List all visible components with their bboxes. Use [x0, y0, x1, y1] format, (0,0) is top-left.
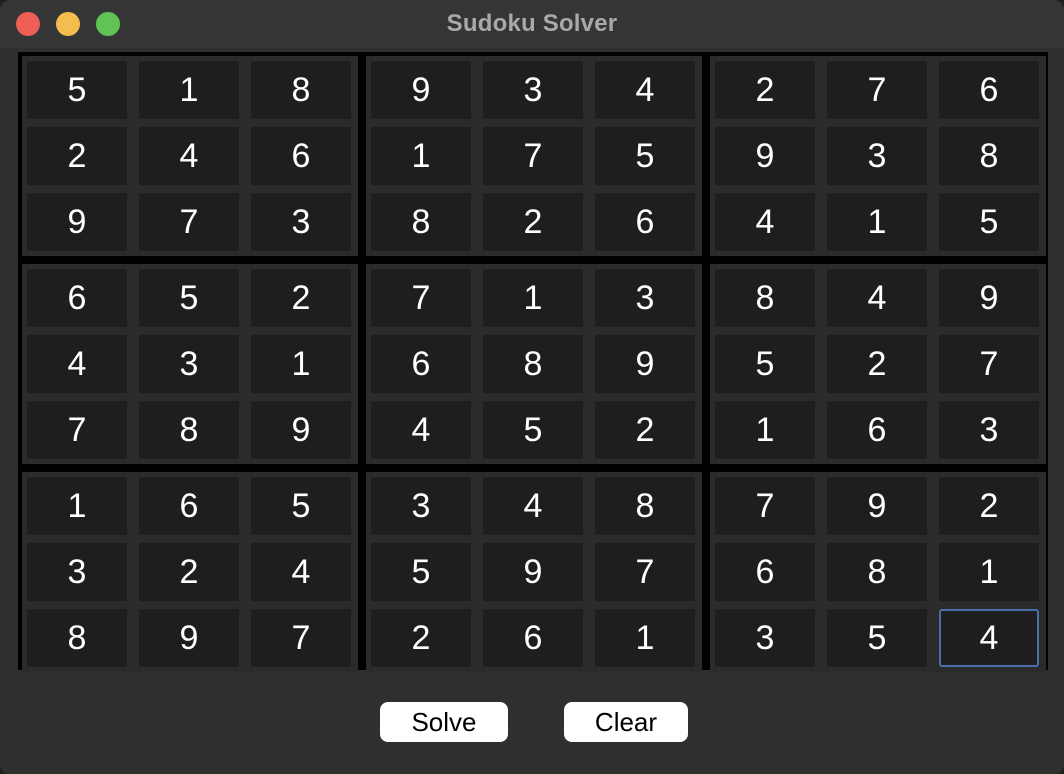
sudoku-cell[interactable]: 1: [595, 609, 695, 667]
sudoku-cell[interactable]: 9: [251, 401, 351, 459]
sudoku-cell[interactable]: 9: [27, 193, 127, 251]
grid-block: 849 527 163: [710, 264, 1046, 464]
grid-block: 792 681 354: [710, 472, 1046, 672]
sudoku-cell[interactable]: 3: [251, 193, 351, 251]
sudoku-cell[interactable]: 3: [483, 61, 583, 119]
sudoku-cell[interactable]: 9: [483, 543, 583, 601]
sudoku-cell[interactable]: 4: [251, 543, 351, 601]
sudoku-cell[interactable]: 7: [371, 269, 471, 327]
sudoku-cell[interactable]: 9: [371, 61, 471, 119]
sudoku-cell[interactable]: 1: [827, 193, 927, 251]
sudoku-cell[interactable]: 2: [827, 335, 927, 393]
sudoku-cell[interactable]: 7: [827, 61, 927, 119]
sudoku-cell[interactable]: 6: [827, 401, 927, 459]
sudoku-cell[interactable]: 8: [27, 609, 127, 667]
sudoku-cell[interactable]: 1: [483, 269, 583, 327]
sudoku-cell[interactable]: 3: [715, 609, 815, 667]
sudoku-cell[interactable]: 9: [827, 477, 927, 535]
sudoku-cell[interactable]: 2: [371, 609, 471, 667]
sudoku-cell[interactable]: 7: [27, 401, 127, 459]
sudoku-cell[interactable]: 4: [939, 609, 1039, 667]
sudoku-cell[interactable]: 3: [827, 127, 927, 185]
sudoku-cell[interactable]: 6: [27, 269, 127, 327]
sudoku-cell[interactable]: 6: [251, 127, 351, 185]
sudoku-cell[interactable]: 5: [595, 127, 695, 185]
sudoku-cell[interactable]: 2: [139, 543, 239, 601]
sudoku-cell[interactable]: 2: [27, 127, 127, 185]
sudoku-cell[interactable]: 7: [939, 335, 1039, 393]
sudoku-cell[interactable]: 8: [371, 193, 471, 251]
sudoku-cell[interactable]: 3: [27, 543, 127, 601]
sudoku-cell[interactable]: 5: [139, 269, 239, 327]
sudoku-board: 5182469739341758262769384156524317897136…: [18, 52, 1048, 672]
sudoku-cell[interactable]: 2: [715, 61, 815, 119]
sudoku-cell[interactable]: 4: [483, 477, 583, 535]
sudoku-cell[interactable]: 5: [483, 401, 583, 459]
app-window: Sudoku Solver 51824697393417582627693841…: [0, 0, 1064, 774]
sudoku-cell[interactable]: 1: [371, 127, 471, 185]
sudoku-cell[interactable]: 4: [27, 335, 127, 393]
sudoku-cell[interactable]: 8: [939, 127, 1039, 185]
solve-button[interactable]: Solve: [380, 702, 508, 742]
sudoku-cell[interactable]: 8: [139, 401, 239, 459]
sudoku-cell[interactable]: 1: [715, 401, 815, 459]
sudoku-cell[interactable]: 2: [595, 401, 695, 459]
sudoku-cell[interactable]: 1: [251, 335, 351, 393]
sudoku-cell[interactable]: 3: [595, 269, 695, 327]
clear-button[interactable]: Clear: [564, 702, 688, 742]
sudoku-cell[interactable]: 6: [139, 477, 239, 535]
sudoku-cell[interactable]: 4: [139, 127, 239, 185]
window-title: Sudoku Solver: [446, 10, 618, 37]
sudoku-cell[interactable]: 8: [251, 61, 351, 119]
sudoku-cell[interactable]: 5: [715, 335, 815, 393]
sudoku-cell[interactable]: 6: [371, 335, 471, 393]
sudoku-cell[interactable]: 9: [139, 609, 239, 667]
sudoku-cell[interactable]: 5: [251, 477, 351, 535]
sudoku-cell[interactable]: 6: [595, 193, 695, 251]
sudoku-cell[interactable]: 2: [939, 477, 1039, 535]
grid-block: 934 175 826: [366, 56, 702, 256]
sudoku-cell[interactable]: 8: [715, 269, 815, 327]
sudoku-cell[interactable]: 9: [595, 335, 695, 393]
sudoku-cell[interactable]: 6: [715, 543, 815, 601]
sudoku-cell[interactable]: 5: [827, 609, 927, 667]
title-bar: Sudoku Solver: [0, 0, 1064, 48]
sudoku-cell[interactable]: 3: [939, 401, 1039, 459]
grid-block: 713 689 452: [366, 264, 702, 464]
grid-block: 276 938 415: [710, 56, 1046, 256]
sudoku-cell[interactable]: 5: [371, 543, 471, 601]
sudoku-cell[interactable]: 1: [27, 477, 127, 535]
sudoku-cell[interactable]: 1: [939, 543, 1039, 601]
sudoku-cell[interactable]: 6: [939, 61, 1039, 119]
grid-block: 518 246 973: [22, 56, 358, 256]
sudoku-cell[interactable]: 7: [715, 477, 815, 535]
sudoku-cell[interactable]: 2: [251, 269, 351, 327]
sudoku-cell[interactable]: 7: [483, 127, 583, 185]
sudoku-cell[interactable]: 9: [715, 127, 815, 185]
sudoku-cell[interactable]: 8: [595, 477, 695, 535]
sudoku-cell[interactable]: 1: [139, 61, 239, 119]
sudoku-cell[interactable]: 8: [827, 543, 927, 601]
sudoku-cell[interactable]: 5: [27, 61, 127, 119]
grid-block: 348 597 261: [366, 472, 702, 672]
sudoku-cell[interactable]: 7: [595, 543, 695, 601]
sudoku-cell[interactable]: 3: [371, 477, 471, 535]
sudoku-cell[interactable]: 8: [483, 335, 583, 393]
sudoku-cell[interactable]: 4: [715, 193, 815, 251]
sudoku-cell[interactable]: 4: [827, 269, 927, 327]
sudoku-cell[interactable]: 4: [371, 401, 471, 459]
sudoku-cell[interactable]: 3: [139, 335, 239, 393]
grid-block: 165 324 897: [22, 472, 358, 672]
sudoku-cell[interactable]: 7: [251, 609, 351, 667]
sudoku-cell[interactable]: 4: [595, 61, 695, 119]
sudoku-cell[interactable]: 9: [939, 269, 1039, 327]
sudoku-cell[interactable]: 5: [939, 193, 1039, 251]
sudoku-cell[interactable]: 6: [483, 609, 583, 667]
grid-block: 652 431 789: [22, 264, 358, 464]
sudoku-cell[interactable]: 7: [139, 193, 239, 251]
sudoku-cell[interactable]: 2: [483, 193, 583, 251]
